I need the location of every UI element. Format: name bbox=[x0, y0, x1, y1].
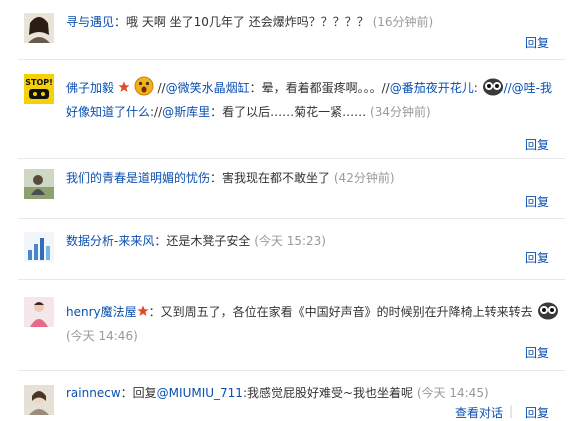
reply-button[interactable]: 回复 bbox=[525, 404, 549, 421]
comment-separator: ： bbox=[114, 15, 127, 29]
comment-author[interactable]: 佛子加毅 bbox=[66, 81, 114, 95]
comment-separator: ： bbox=[148, 305, 161, 319]
comment-text: 我们的青春是道明媚的忧伤：害我现在都不敢坐了 (42分钟前) bbox=[66, 168, 555, 188]
comment-text: henry魔法屋 ：又到周五了，各位在家看《中国好声音》的时候别在升降椅上转来转去… bbox=[66, 300, 558, 346]
mention-link[interactable]: @微笑水晶烟缸 bbox=[166, 81, 250, 95]
comment-time: (今天 14:45) bbox=[416, 386, 489, 400]
comment-separator: ： bbox=[210, 171, 223, 185]
surprised-emoji-icon bbox=[134, 76, 154, 102]
owl-emoji-icon bbox=[537, 300, 559, 326]
comment-text: 数据分析-来来风：还是木凳子安全 (今天 15:23) bbox=[66, 231, 555, 251]
comment-body: 还是木凳子安全 bbox=[166, 234, 251, 248]
view-dialog-link[interactable]: 查看对话 bbox=[455, 404, 503, 421]
owl-emoji-icon bbox=[482, 76, 504, 102]
action-separator: | bbox=[508, 404, 513, 418]
comment-time: (今天 14:46) bbox=[66, 329, 138, 343]
avatar[interactable]: STOP! bbox=[24, 74, 54, 104]
comment-body: 哦 天啊 坐了10几年了 还会爆炸吗？？？？？ bbox=[126, 15, 369, 29]
reply-button[interactable]: 回复 bbox=[525, 136, 549, 153]
reply-button[interactable]: 回复 bbox=[525, 344, 549, 361]
comment-item: henry魔法屋 ：又到周五了，各位在家看《中国好声音》的时候别在升降椅上转来转去… bbox=[0, 280, 573, 370]
comment-author[interactable]: rainnecw bbox=[66, 386, 121, 400]
comment-text: 寻与遇见：哦 天啊 坐了10几年了 还会爆炸吗？？？？？ (16分钟前) bbox=[66, 12, 555, 32]
comment-time: (16分钟前) bbox=[372, 15, 434, 29]
comment-body-part: ：看了以后……菊花一紧…… bbox=[210, 105, 367, 119]
reply-button[interactable]: 回复 bbox=[525, 193, 549, 210]
comment-body-part: ：晕，看着都蛋疼啊。。。// bbox=[249, 81, 390, 95]
comment-text: 佛子加毅 //@微笑水晶烟缸：晕，看着都蛋疼啊。。。//@番茄夜开花儿: //@… bbox=[66, 76, 555, 122]
comment-time: (今天 15:23) bbox=[254, 234, 326, 248]
comment-separator: ： bbox=[120, 386, 133, 400]
avatar[interactable] bbox=[24, 169, 54, 199]
comment-body-part: // bbox=[157, 81, 166, 95]
comment-body: :我感觉屁股好难受~我也坐着呢 bbox=[242, 386, 414, 400]
avatar-label: STOP! bbox=[25, 78, 53, 87]
comment-text: rainnecw：回复@MIUMIU_711:我感觉屁股好难受~我也坐着呢 (今… bbox=[66, 383, 555, 403]
comment-list: 寻与遇见：哦 天啊 坐了10几年了 还会爆炸吗？？？？？ (16分钟前) 回复 … bbox=[0, 0, 573, 421]
mention-link[interactable]: @番茄夜开花儿 bbox=[390, 81, 474, 95]
comment-author[interactable]: 数据分析-来来风 bbox=[66, 234, 154, 248]
comment-separator: ： bbox=[154, 234, 167, 248]
comment-time: (34分钟前) bbox=[370, 105, 431, 119]
comment-item: 数据分析-来来风：还是木凳子安全 (今天 15:23) 回复 bbox=[0, 219, 573, 279]
comment-item: 寻与遇见：哦 天啊 坐了10几年了 还会爆炸吗？？？？？ (16分钟前) 回复 bbox=[0, 0, 573, 59]
avatar[interactable] bbox=[24, 13, 54, 43]
comment-author[interactable]: 寻与遇见 bbox=[66, 15, 114, 29]
reply-button[interactable]: 回复 bbox=[525, 249, 549, 266]
comment-reply-prefix: 回复 bbox=[132, 386, 157, 400]
comment-item: STOP! 佛子加毅 //@微笑水晶烟缸：晕，看着都蛋疼啊。。。//@番茄夜开花… bbox=[0, 60, 573, 158]
mention-link[interactable]: @MIUMIU_711 bbox=[157, 386, 243, 400]
star-badge-icon bbox=[118, 79, 130, 92]
avatar[interactable] bbox=[24, 297, 54, 327]
comment-body-part: :// bbox=[150, 105, 163, 119]
comment-body: 害我现在都不敢坐了 bbox=[222, 171, 331, 185]
avatar[interactable] bbox=[24, 232, 54, 262]
avatar[interactable] bbox=[24, 385, 54, 415]
comment-item: rainnecw：回复@MIUMIU_711:我感觉屁股好难受~我也坐着呢 (今… bbox=[0, 371, 573, 421]
mention-link[interactable]: @斯库里 bbox=[162, 105, 210, 119]
comment-item: 我们的青春是道明媚的忧伤：害我现在都不敢坐了 (42分钟前) 回复 bbox=[0, 159, 573, 218]
comment-author[interactable]: 我们的青春是道明媚的忧伤 bbox=[66, 171, 210, 185]
reply-button[interactable]: 回复 bbox=[525, 34, 549, 51]
comment-author[interactable]: henry魔法屋 bbox=[66, 305, 137, 319]
comment-body: 又到周五了，各位在家看《中国好声音》的时候别在升降椅上转来转去 bbox=[160, 305, 533, 319]
comment-time: (42分钟前) bbox=[333, 171, 395, 185]
star-badge-icon bbox=[137, 303, 149, 316]
comment-body-part: : bbox=[473, 81, 478, 95]
